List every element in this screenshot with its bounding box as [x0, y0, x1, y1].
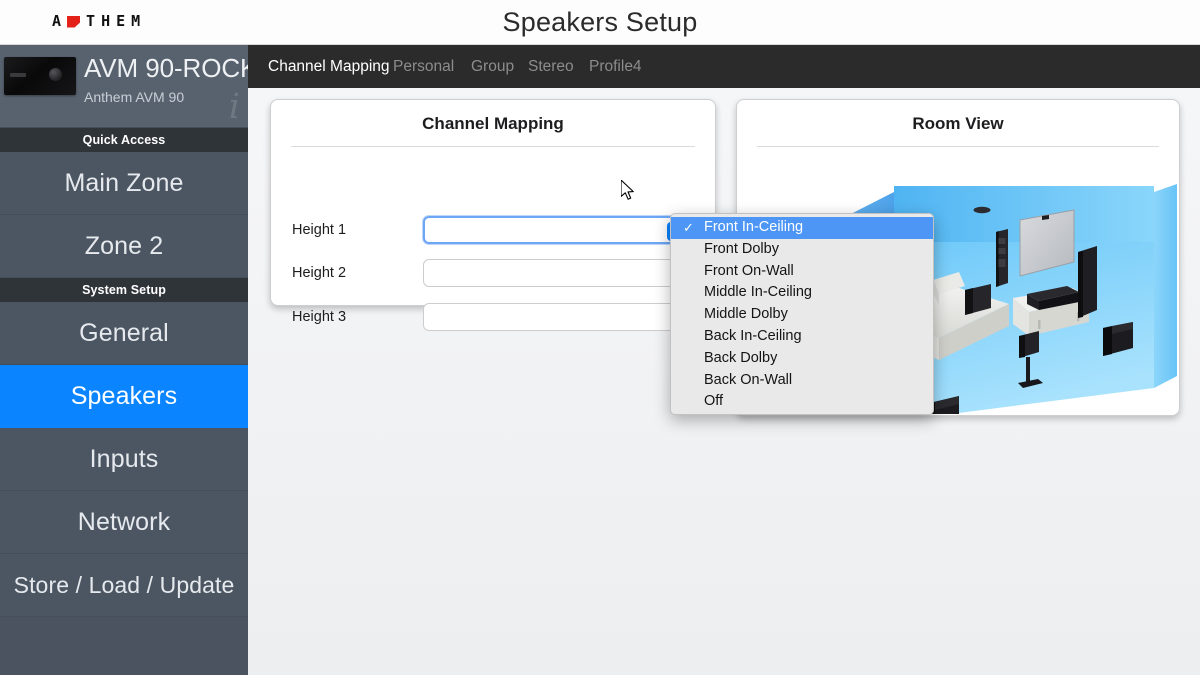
device-name: AVM 90-ROCKS [84, 53, 248, 84]
room-view-card-title: Room View [737, 100, 1179, 134]
mapping-row-height-1: Height 1 Front In-Ceiling [271, 213, 717, 247]
sidebar-item-speakers[interactable]: Speakers [0, 365, 248, 428]
dropdown-option-back-dolby[interactable]: Back Dolby [671, 348, 933, 370]
channel-mapping-dropdown-menu[interactable]: ✓ Front In-Ceiling Front Dolby Front On-… [670, 213, 934, 415]
dropdown-option-off[interactable]: Off [671, 391, 933, 413]
tab-bar: Channel Mapping Personal Group Stereo Pr… [248, 45, 1200, 88]
mapping-select-height-1[interactable]: Front In-Ceiling [423, 216, 693, 244]
avm-90-receiver-thumbnail-icon [4, 57, 76, 95]
mapping-label-height-1: Height 1 [292, 222, 346, 238]
sidebar-section-quick-access: Quick Access [0, 128, 248, 152]
card-divider [291, 146, 695, 147]
dropdown-option-label: Front In-Ceiling [704, 219, 803, 235]
sidebar-item-zone-2[interactable]: Zone 2 [0, 215, 248, 278]
tower-speaker-left [996, 229, 1008, 287]
device-model: Anthem AVM 90 [84, 89, 184, 105]
device-card[interactable]: AVM 90-ROCKS Anthem AVM 90 i [0, 45, 248, 128]
sidebar-item-main-zone[interactable]: Main Zone [0, 152, 248, 215]
sidebar: AVM 90-ROCKS Anthem AVM 90 i Quick Acces… [0, 45, 248, 675]
sidebar-item-network[interactable]: Network [0, 491, 248, 554]
tab-group[interactable]: Group [471, 45, 514, 88]
content-area: Channel Mapping Personal Group Stereo Pr… [248, 45, 1200, 675]
sidebar-item-store-load-update[interactable]: Store / Load / Update [0, 554, 248, 617]
dropdown-option-front-in-ceiling[interactable]: ✓ Front In-Ceiling [671, 217, 933, 239]
mapping-select-height-2[interactable] [423, 259, 693, 287]
sidebar-section-system-setup: System Setup [0, 278, 248, 302]
tower-speaker-right [1078, 246, 1097, 318]
channel-mapping-card: Channel Mapping Height 1 Front In-Ceilin… [270, 99, 716, 306]
mapping-row-height-3: Height 3 [271, 300, 717, 334]
dropdown-option-front-on-wall[interactable]: Front On-Wall [671, 261, 933, 283]
tab-channel-mapping[interactable]: Channel Mapping [268, 45, 390, 88]
dropdown-option-back-on-wall[interactable]: Back On-Wall [671, 370, 933, 392]
ceiling-speaker [974, 207, 991, 213]
mapping-label-height-3: Height 3 [292, 309, 346, 325]
tab-stereo[interactable]: Stereo [528, 45, 574, 88]
info-icon[interactable]: i [229, 90, 240, 125]
dropdown-option-middle-in-ceiling[interactable]: Middle In-Ceiling [671, 282, 933, 304]
tab-profile4[interactable]: Profile4 [589, 45, 642, 88]
mapping-label-height-2: Height 2 [292, 265, 346, 281]
mapping-row-height-2: Height 2 [271, 256, 717, 290]
sidebar-item-general[interactable]: General [0, 302, 248, 365]
top-header-bar: A T H E M Speakers Setup [0, 0, 1200, 45]
dropdown-option-middle-dolby[interactable]: Middle Dolby [671, 304, 933, 326]
dropdown-option-front-dolby[interactable]: Front Dolby [671, 239, 933, 261]
dropdown-option-back-in-ceiling[interactable]: Back In-Ceiling [671, 326, 933, 348]
app-root: A T H E M Speakers Setup AVM 90-ROCKS An… [0, 0, 1200, 675]
mapping-select-height-3[interactable] [423, 303, 693, 331]
sidebar-item-inputs[interactable]: Inputs [0, 428, 248, 491]
tab-personal[interactable]: Personal [393, 45, 454, 88]
check-icon: ✓ [683, 217, 694, 239]
page-title: Speakers Setup [0, 7, 1200, 38]
sidebar-filler [0, 617, 248, 675]
channel-mapping-card-title: Channel Mapping [271, 100, 715, 134]
